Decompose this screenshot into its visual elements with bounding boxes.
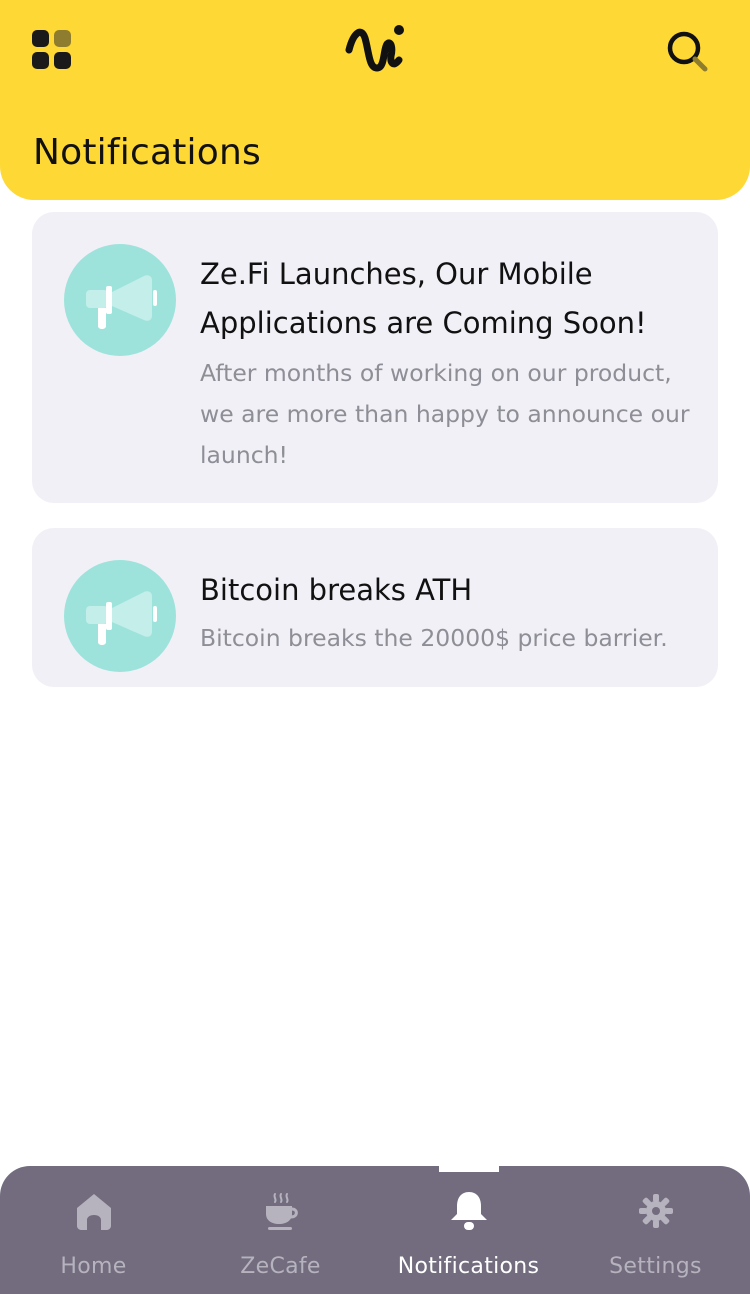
coffee-cup-icon xyxy=(265,1193,298,1230)
notification-card[interactable]: Bitcoin breaks ATH Bitcoin breaks the 20… xyxy=(32,528,718,687)
megaphone-icon xyxy=(64,560,176,672)
tab-label: Settings xyxy=(609,1254,702,1279)
home-icon xyxy=(76,1194,111,1230)
grid-menu-icon[interactable] xyxy=(32,30,74,72)
tab-notifications[interactable]: Notifications xyxy=(375,1166,562,1294)
page-title: Notifications xyxy=(33,132,261,173)
notification-card[interactable]: Ze.Fi Launches, Our Mobile Applications … xyxy=(32,212,718,503)
tab-label: ZeCafe xyxy=(240,1254,321,1279)
tab-label: Home xyxy=(60,1254,127,1279)
app-header: Notifications xyxy=(0,0,750,200)
notification-title: Ze.Fi Launches, Our Mobile Applications … xyxy=(200,257,647,340)
tab-home[interactable]: Home xyxy=(0,1166,187,1294)
active-tab-indicator xyxy=(439,1166,499,1172)
bell-icon xyxy=(450,1192,487,1230)
tab-zecafe[interactable]: ZeCafe xyxy=(187,1166,374,1294)
gear-icon xyxy=(638,1194,673,1228)
notification-title: Bitcoin breaks ATH xyxy=(200,573,473,607)
notification-body: Bitcoin breaks the 20000$ price barrier. xyxy=(200,624,668,652)
tab-label: Notifications xyxy=(397,1254,540,1279)
bottom-tab-bar: Home ZeCafe Notifications Settings xyxy=(0,1166,750,1294)
megaphone-icon xyxy=(64,244,176,356)
tab-settings[interactable]: Settings xyxy=(562,1166,749,1294)
search-icon[interactable] xyxy=(664,28,710,74)
zefi-logo-icon[interactable] xyxy=(343,20,409,78)
notification-body: After months of working on our product, … xyxy=(200,359,690,469)
